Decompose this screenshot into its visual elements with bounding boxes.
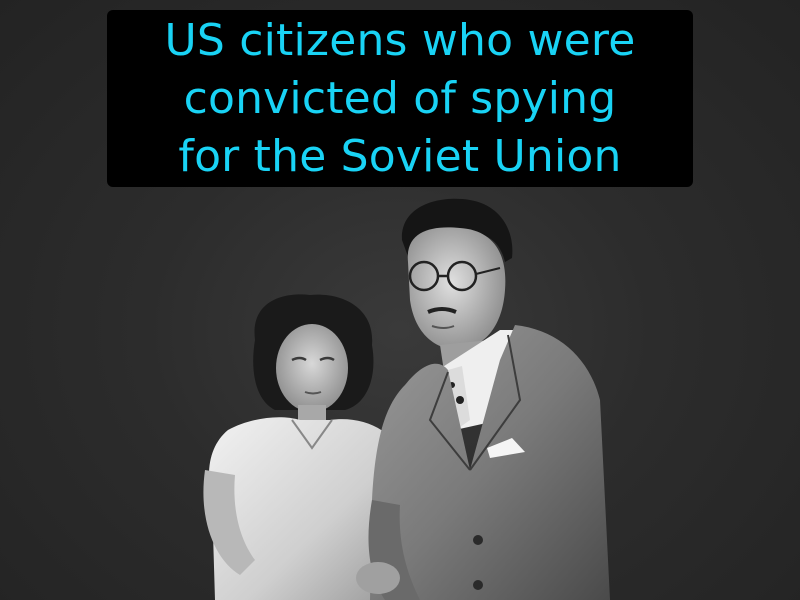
- caption-text: US citizens who were convicted of spying…: [164, 14, 636, 182]
- caption-box: US citizens who were convicted of spying…: [107, 10, 693, 187]
- woman-figure: [203, 294, 398, 600]
- vocabulary-card: US citizens who were convicted of spying…: [0, 0, 800, 600]
- man-figure: [356, 198, 610, 600]
